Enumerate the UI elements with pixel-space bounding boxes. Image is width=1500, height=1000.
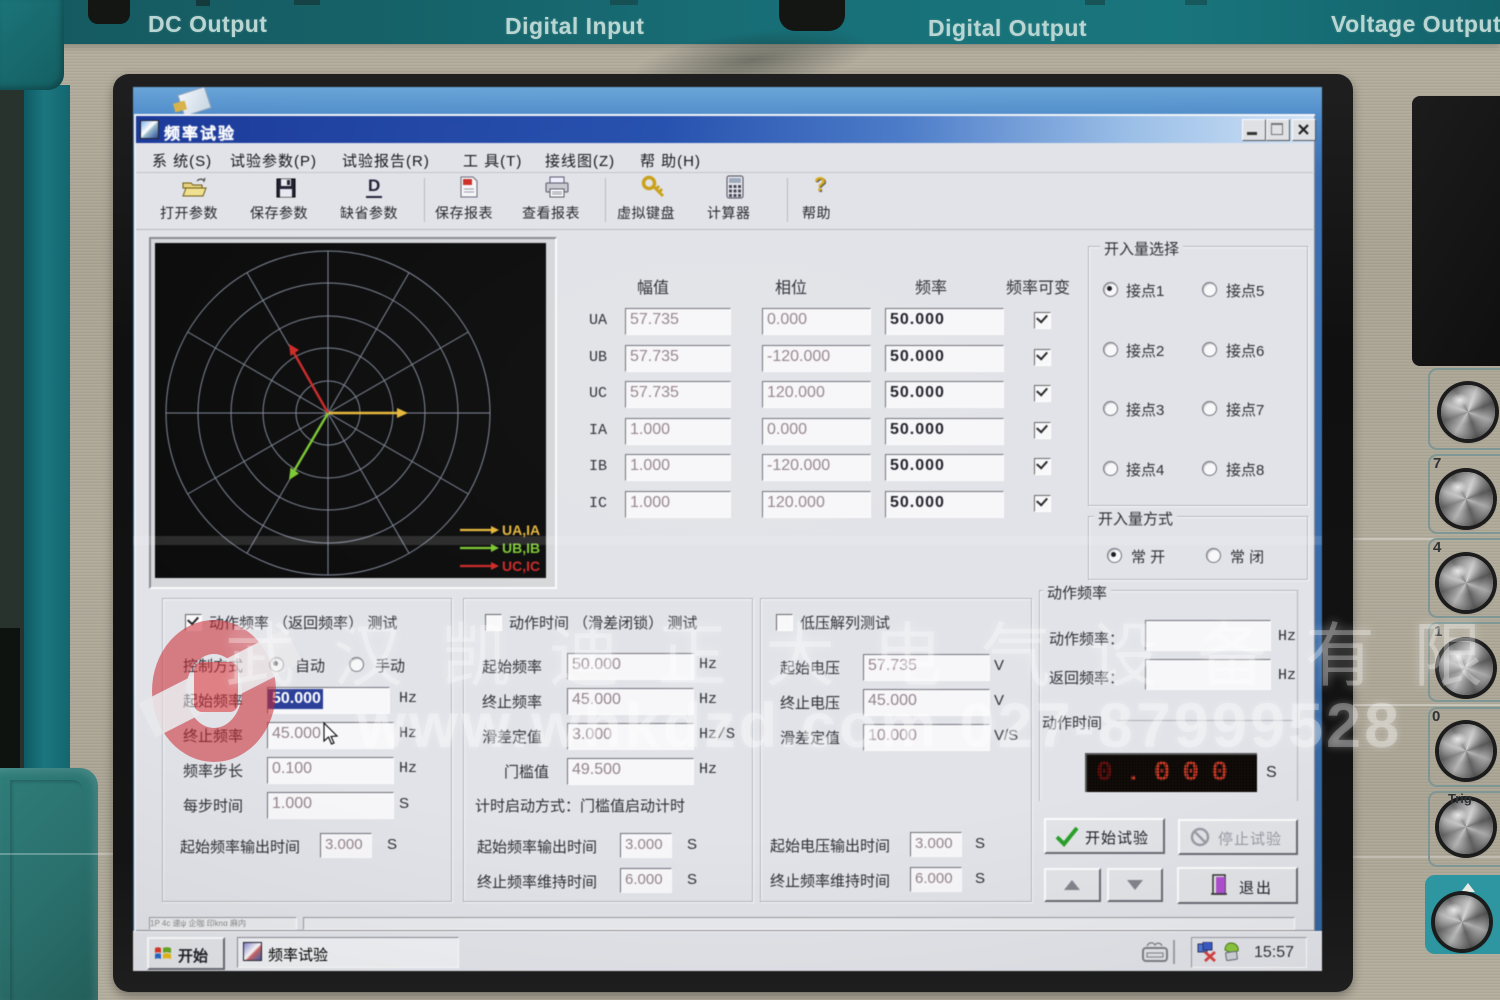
svg-text:UC,IC: UC,IC (502, 558, 540, 574)
